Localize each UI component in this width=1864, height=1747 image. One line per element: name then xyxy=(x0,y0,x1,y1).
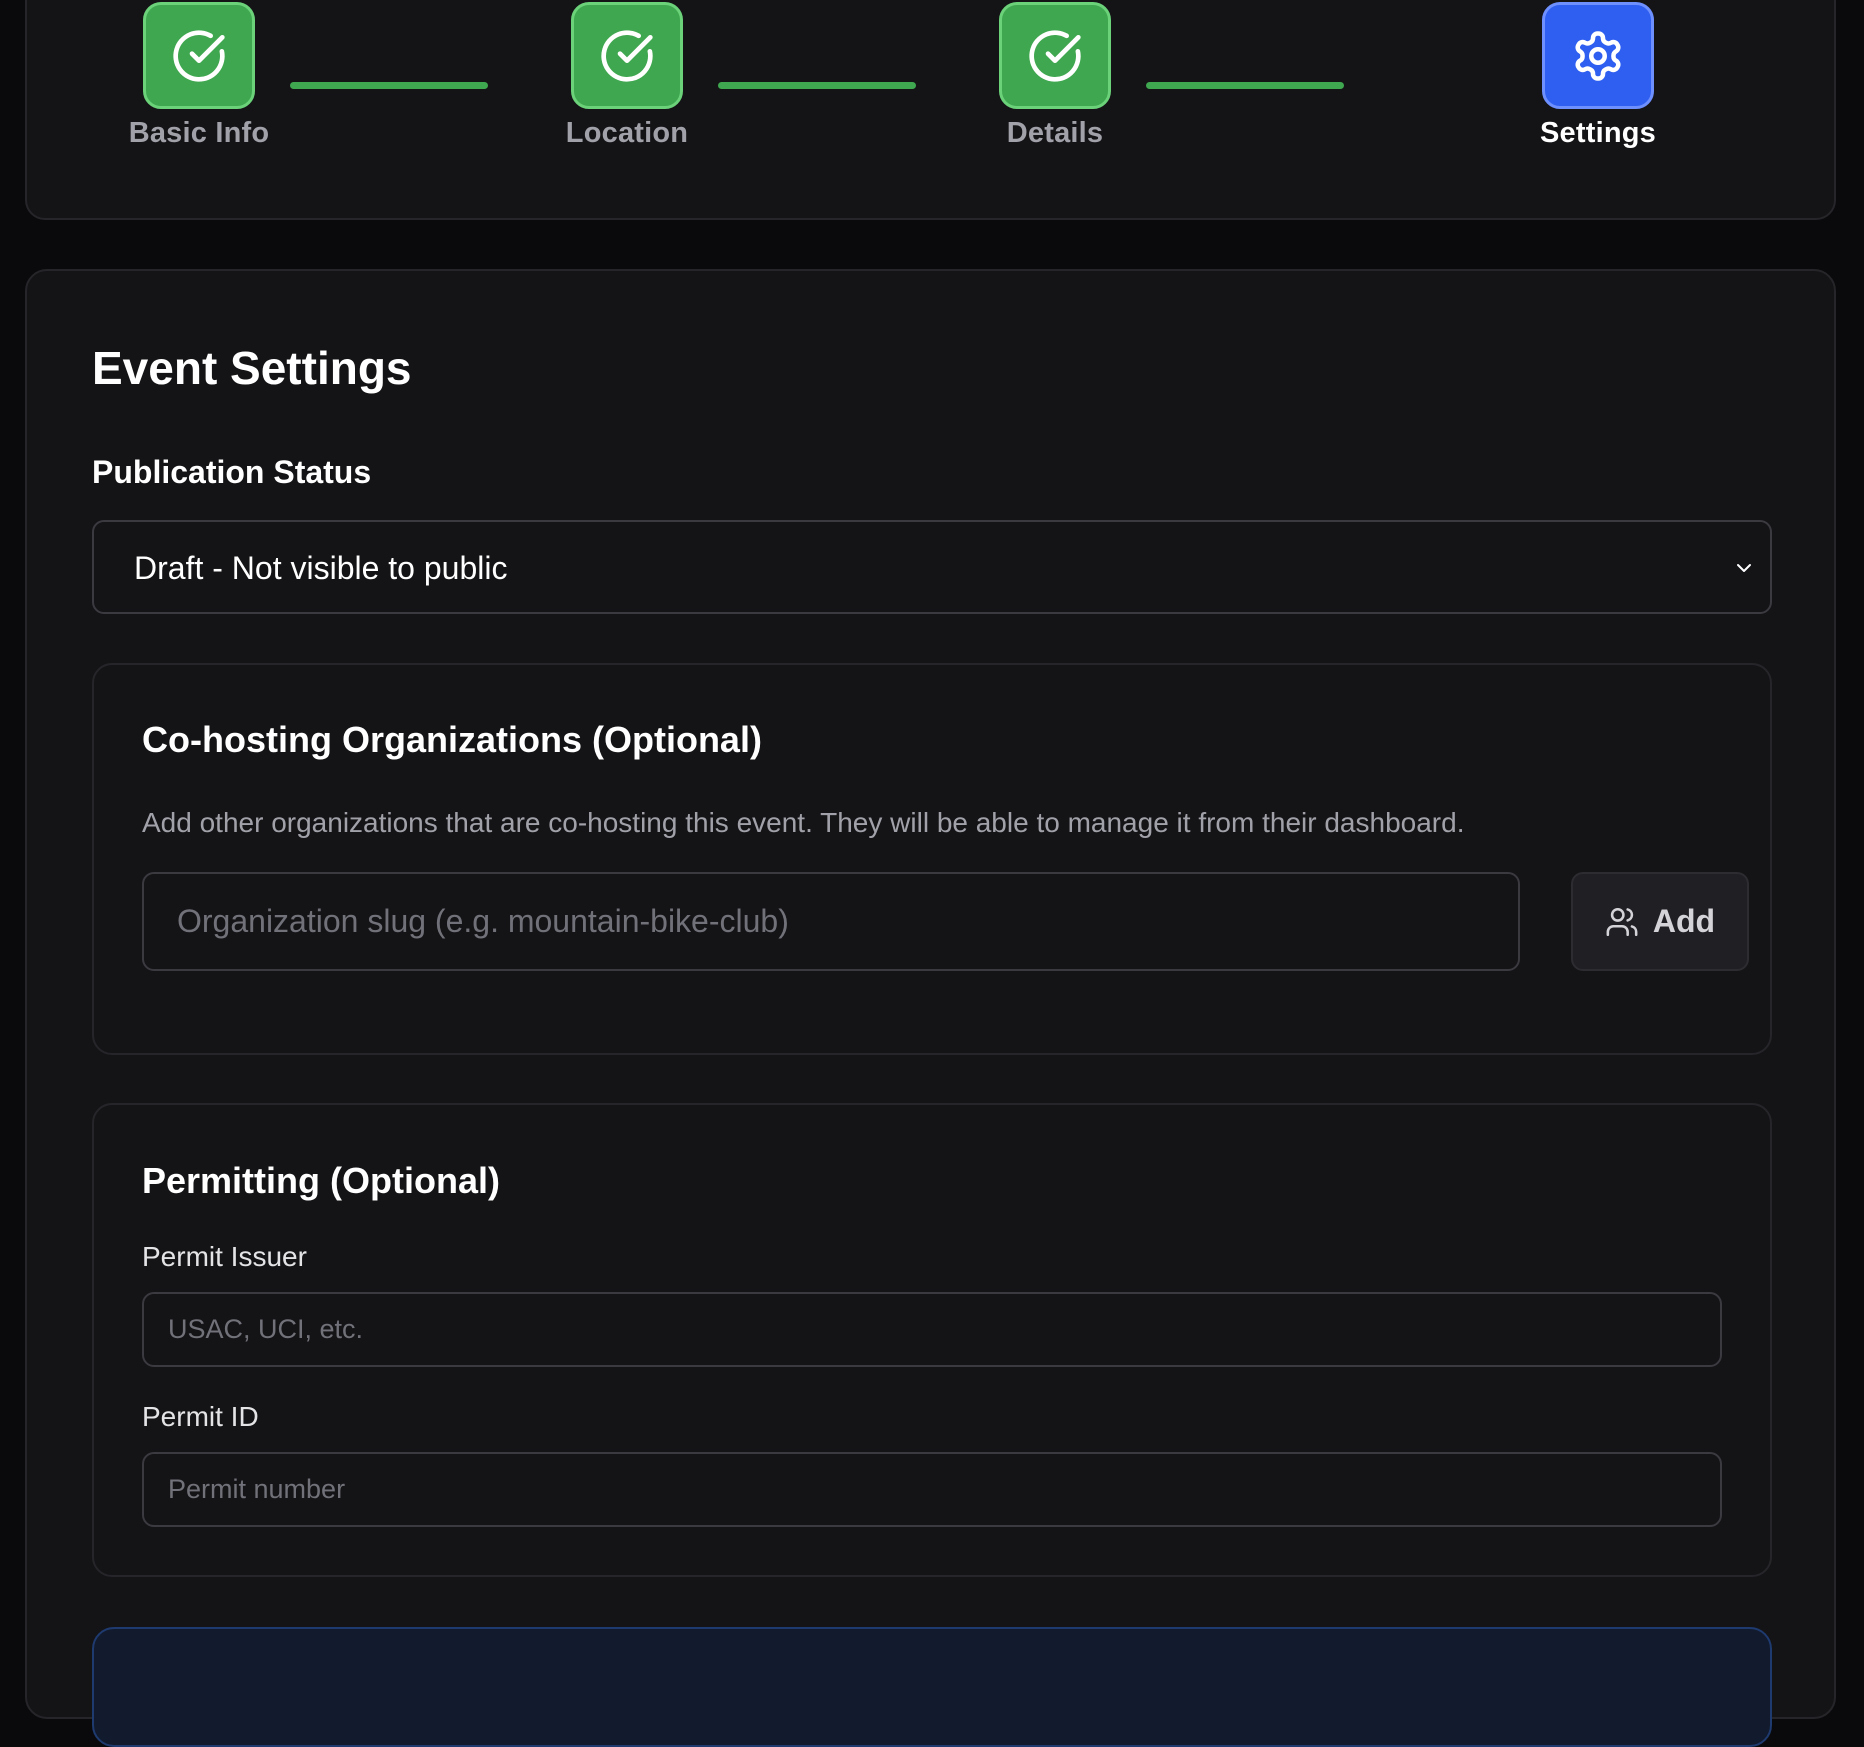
check-circle-icon xyxy=(599,28,655,84)
progress-stepper: Basic Info Location Details Settings xyxy=(25,0,1836,220)
publication-status-select[interactable]: Draft - Not visible to public xyxy=(92,520,1772,614)
step-basic-info-label: Basic Info xyxy=(128,117,270,149)
permitting-title: Permitting (Optional) xyxy=(142,1160,500,1201)
publication-status-value: Draft - Not visible to public xyxy=(134,550,508,586)
permit-issuer-label: Permit Issuer xyxy=(142,1241,307,1272)
check-circle-icon xyxy=(1027,28,1083,84)
step-connector-1 xyxy=(290,82,488,89)
users-icon xyxy=(1605,905,1639,939)
permitting-panel: Permitting (Optional) Permit Issuer Perm… xyxy=(92,1103,1772,1577)
permit-id-label: Permit ID xyxy=(142,1401,259,1432)
check-circle-icon xyxy=(171,28,227,84)
step-details-label: Details xyxy=(1006,117,1104,149)
organization-slug-input[interactable] xyxy=(142,872,1520,971)
info-banner xyxy=(92,1627,1772,1747)
publication-status-label: Publication Status xyxy=(92,454,372,490)
permit-issuer-input[interactable] xyxy=(142,1292,1722,1367)
step-connector-2 xyxy=(718,82,916,89)
gear-icon xyxy=(1571,29,1625,83)
add-cohost-button[interactable]: Add xyxy=(1571,872,1749,971)
step-location-badge xyxy=(571,2,683,109)
step-basic-info-badge xyxy=(143,2,255,109)
step-settings-badge xyxy=(1542,2,1654,109)
permit-id-input[interactable] xyxy=(142,1452,1722,1527)
step-connector-3 xyxy=(1146,82,1344,89)
event-settings-card: Event Settings Publication Status Draft … xyxy=(25,269,1836,1747)
page-title: Event Settings xyxy=(92,342,412,394)
add-cohost-label: Add xyxy=(1652,903,1716,939)
cohosting-description: Add other organizations that are co-host… xyxy=(142,807,1465,838)
step-settings-label: Settings xyxy=(1540,117,1656,149)
step-details-badge xyxy=(999,2,1111,109)
step-location-label: Location xyxy=(565,117,689,149)
cohosting-title: Co-hosting Organizations (Optional) xyxy=(142,719,762,760)
cohosting-panel: Co-hosting Organizations (Optional) Add … xyxy=(92,663,1772,1055)
chevron-down-icon xyxy=(1732,556,1756,580)
